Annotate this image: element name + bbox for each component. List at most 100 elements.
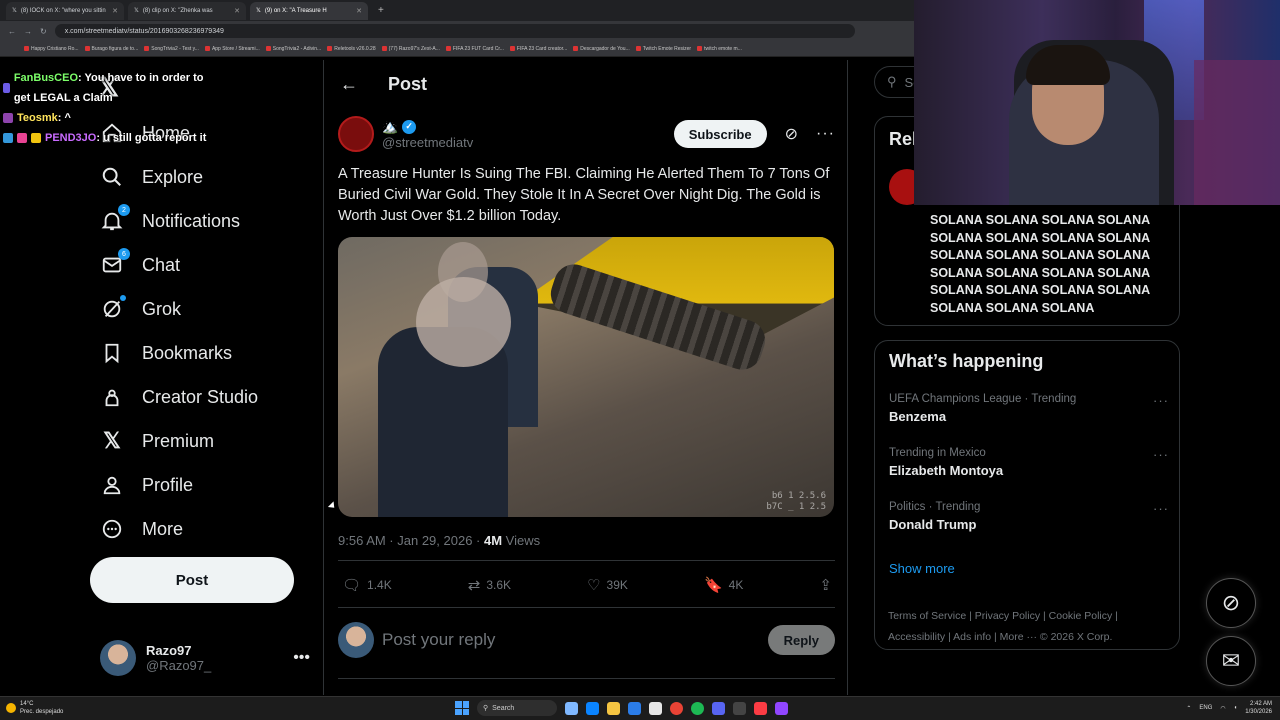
chevron-up-icon[interactable]: ⌃ (1186, 705, 1191, 712)
reply-button[interactable]: Reply (767, 625, 835, 655)
store-icon[interactable] (628, 701, 641, 715)
spotify-icon[interactable] (691, 701, 704, 715)
author-handle[interactable]: @streetmediatv (382, 135, 473, 150)
nav-item-profile[interactable]: Profile (100, 465, 193, 505)
back-arrow-icon[interactable]: ← (340, 74, 358, 95)
bookmark-item[interactable]: (77) Razo97's Zest-A... (382, 46, 440, 52)
bookmark-action[interactable]: 🔖 4K (704, 576, 743, 594)
post-video[interactable]: b6 1 2.5.6 b7C _ 1 2.5 (338, 237, 834, 517)
nav-item-chat[interactable]: 6 Chat (100, 245, 180, 285)
watermark-line: b7C _ 1 2.5 (766, 502, 826, 512)
share-action[interactable]: ⇪ (819, 576, 832, 594)
more-icon[interactable]: ··· (1153, 501, 1169, 516)
video-watermark: b6 1 2.5.6 b7C _ 1 2.5 (766, 491, 826, 513)
bookmark-item[interactable]: Reletools v26.0.28 (327, 46, 375, 52)
more-icon[interactable]: ··· (1153, 393, 1169, 408)
blurred-face (416, 277, 511, 367)
wifi-icon[interactable]: ◠ (1220, 705, 1225, 712)
music-icon[interactable] (754, 701, 767, 715)
new-tab-icon[interactable]: + (378, 5, 384, 16)
bookmark-item[interactable]: SongTrivia2 - Adivin... (266, 46, 321, 52)
repost-action[interactable]: ⇄ 3.6K (468, 576, 511, 594)
reload-icon[interactable]: ↻ (40, 27, 47, 36)
post-text: A Treasure Hunter Is Suing The FBI. Clai… (338, 166, 830, 224)
back-icon[interactable]: ← (8, 27, 16, 36)
subscribe-button[interactable]: Subscribe (673, 120, 767, 148)
footer-links[interactable]: Accessibility | Ads info | More ··· © 20… (888, 627, 1178, 648)
close-icon[interactable]: ✕ (234, 7, 240, 15)
mail-icon: ✉ (1221, 648, 1241, 673)
chat-badge-icon (3, 133, 13, 143)
chat-badge-icon (31, 133, 41, 143)
bookmark-item[interactable]: twitch emote m... (697, 46, 742, 52)
post-actions: 🗨 1.4K ⇄ 3.6K ♡ 39K 🔖 4K ⇪ (342, 576, 832, 594)
trend-item[interactable]: Politics · Trending Donald Trump ··· (889, 501, 1169, 532)
clock[interactable]: 2:42 AM 1/30/2026 (1245, 700, 1272, 716)
close-icon[interactable]: ✕ (112, 7, 118, 15)
post-timestamp[interactable]: 9:56 AM · Jan 29, 2026 · (338, 533, 484, 548)
views-label: Views (502, 533, 541, 548)
browser-tab-active[interactable]: 𝕏 (9) on X: "A Treasure H ✕ (250, 1, 368, 20)
url-field[interactable]: x.com/streetmediatv/status/2016903268236… (54, 24, 855, 38)
nav-item-bookmarks[interactable]: Bookmarks (100, 333, 232, 373)
nav-item-premium[interactable]: 𝕏 Premium (100, 421, 214, 461)
weather-widget[interactable]: 14°C Prec. despejado (6, 700, 63, 716)
trend-item[interactable]: Trending in Mexico Elizabeth Montoya ··· (889, 447, 1169, 478)
post-detail-column: ← Post 🏔️ ✓ @streetmediatv Subscribe ⊘ ··… (323, 60, 848, 695)
post-button[interactable]: Post (90, 557, 294, 603)
browser-tab[interactable]: 𝕏 (8) IOCK on X: "where you sittin ✕ (6, 1, 124, 20)
discord-icon[interactable] (712, 701, 725, 715)
browser-tab[interactable]: 𝕏 (8) clip on X: "Zhenka was ✕ (128, 1, 246, 20)
show-more-link[interactable]: Show more (889, 561, 955, 576)
bookmark-item[interactable]: Descargador de You... (573, 46, 629, 52)
trend-context: Trending in Mexico (889, 447, 986, 459)
edge-icon[interactable] (586, 701, 599, 715)
trend-item[interactable]: UEFA Champions League · Trending Benzema… (889, 393, 1169, 424)
reply-input[interactable]: Post your reply (382, 630, 495, 650)
nav-item-creator-studio[interactable]: Creator Studio (100, 377, 258, 417)
x-icon: 𝕏 (256, 8, 261, 14)
like-action[interactable]: ♡ 39K (587, 576, 628, 594)
person-icon (100, 473, 124, 497)
speaker-icon[interactable]: ◖ (1234, 705, 1238, 711)
bookmark-item[interactable]: Burago figura de to... (85, 46, 139, 52)
nav-item-explore[interactable]: Explore (100, 157, 203, 197)
forward-icon[interactable]: → (24, 27, 32, 36)
tab-label: (9) on X: "A Treasure H (264, 7, 327, 14)
more-icon[interactable]: ··· (816, 125, 835, 143)
notes-icon[interactable] (649, 701, 662, 715)
bookmark-item[interactable]: FIFA 23 Card creator... (510, 46, 567, 52)
bookmark-item[interactable]: App Store / Streami... (205, 46, 260, 52)
nav-item-notifications[interactable]: 2 Notifications (100, 201, 240, 241)
nav-item-grok[interactable]: Grok (100, 289, 181, 329)
grok-fab-button[interactable]: ⊘ (1206, 578, 1256, 628)
task-view-icon[interactable] (565, 701, 578, 715)
browser-tab-strip: 𝕏 (8) IOCK on X: "where you sittin ✕ 𝕏 (8) … (0, 0, 915, 21)
grok-icon[interactable]: ⊘ (785, 124, 798, 144)
divider (338, 607, 835, 608)
nav-item-more[interactable]: More (100, 509, 183, 549)
obs-icon[interactable] (733, 701, 746, 715)
twitch-icon[interactable] (775, 701, 788, 715)
bookmark-item[interactable]: Happy Cristiano Ro... (24, 46, 79, 52)
author-avatar[interactable] (338, 116, 374, 152)
more-icon[interactable]: ··· (1153, 447, 1169, 462)
stream-chat-overlay: FanBusCEO: You have to in order to get L… (3, 68, 213, 148)
bookmark-item[interactable]: Twitch Emote Resizer (636, 46, 691, 52)
more-icon[interactable]: ••• (293, 649, 310, 667)
account-switcher[interactable]: Razo97 @Razo97_ ••• (100, 638, 310, 678)
folder-icon[interactable] (607, 701, 620, 715)
author-name[interactable]: 🏔️ ✓ (382, 119, 473, 135)
taskbar-search[interactable]: ⚲ Search (477, 700, 557, 716)
windows-start-icon[interactable] (455, 701, 469, 715)
close-icon[interactable]: ✕ (356, 7, 362, 15)
language-indicator[interactable]: ENG (1199, 705, 1212, 711)
reply-action[interactable]: 🗨 1.4K (342, 576, 392, 594)
bookmark-item[interactable]: FIFA 23 FUT Card Cr... (446, 46, 504, 52)
chrome-icon[interactable] (670, 701, 683, 715)
footer-links[interactable]: Terms of Service | Privacy Policy | Cook… (888, 606, 1178, 627)
messages-fab-button[interactable]: ✉ (1206, 636, 1256, 686)
address-bar-row: ← → ↻ x.com/streetmediatv/status/2016903… (0, 21, 915, 41)
nav-label: Premium (142, 430, 215, 451)
bookmark-item[interactable]: SongTrivia2 - Test y... (144, 46, 199, 52)
